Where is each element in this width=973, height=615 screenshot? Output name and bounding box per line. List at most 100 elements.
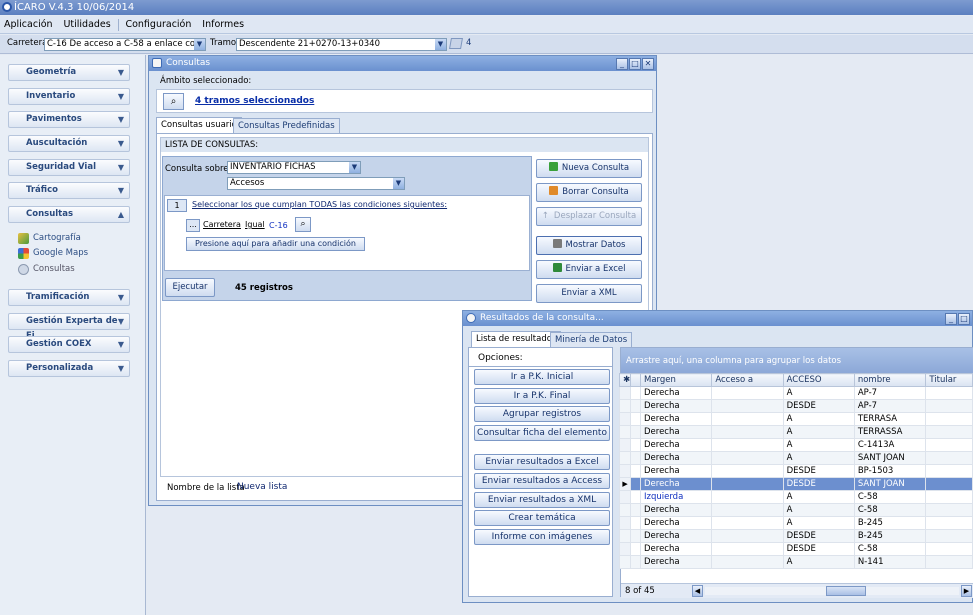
table-cell[interactable]: A — [782, 490, 855, 504]
table-cell[interactable] — [925, 529, 973, 543]
mostrar-datos-button[interactable]: Mostrar Datos — [536, 236, 642, 255]
condition-value[interactable]: C-16 — [269, 221, 288, 230]
scroll-left-icon[interactable]: ◀ — [692, 585, 703, 597]
table-cell[interactable] — [925, 451, 973, 465]
nav-gestion-coex[interactable]: Gestión COEX ▼ — [8, 336, 130, 353]
nav-pavimentos[interactable]: Pavimentos ▼ — [8, 111, 130, 128]
table-cell[interactable]: DESDE — [782, 399, 855, 413]
table-cell[interactable] — [711, 477, 784, 491]
row-indicator[interactable] — [618, 451, 632, 465]
row-indicator[interactable] — [618, 555, 632, 569]
table-cell[interactable]: A — [782, 503, 855, 517]
nav-auscultacion[interactable]: Auscultación ▼ — [8, 135, 130, 152]
row-indicator[interactable] — [618, 529, 632, 543]
nav-item-cartografia[interactable]: Cartografía — [18, 232, 81, 245]
ir-pk-final-button[interactable]: Ir a P.K. Final — [474, 388, 610, 404]
column-header-nombre[interactable]: nombre — [853, 373, 927, 387]
table-row[interactable]: Derecha A AP-7 — [618, 386, 973, 400]
search-icon[interactable]: ⌕ — [163, 93, 184, 110]
table-cell[interactable]: Derecha — [639, 425, 713, 439]
consulta-subtipo-select[interactable]: Accesos ▼ — [227, 177, 405, 190]
table-cell[interactable]: DESDE — [782, 542, 855, 556]
condition-group-text[interactable]: Seleccionar los que cumplan TODAS las co… — [192, 200, 447, 209]
enviar-xml-button[interactable]: Enviar a XML — [536, 284, 642, 303]
table-cell[interactable]: Derecha — [639, 399, 713, 413]
table-cell[interactable]: DESDE — [782, 464, 855, 478]
table-cell[interactable] — [925, 477, 973, 491]
nav-item-consultas[interactable]: Consultas — [18, 263, 75, 276]
nav-tramificacion[interactable]: Tramificación ▼ — [8, 289, 130, 306]
table-cell[interactable]: A — [782, 386, 855, 400]
current-row-indicator-icon[interactable]: ▶ — [618, 477, 632, 491]
enviar-excel-button[interactable]: Enviar a Excel — [536, 260, 642, 279]
row-indicator[interactable] — [618, 425, 632, 439]
table-cell[interactable] — [925, 555, 973, 569]
nueva-consulta-button[interactable]: Nueva Consulta — [536, 159, 642, 178]
minimize-icon[interactable]: _ — [945, 313, 957, 325]
table-row[interactable]: Derecha A B-245 — [618, 516, 973, 530]
table-cell[interactable] — [925, 425, 973, 439]
nav-item-google-maps[interactable]: Google Maps — [18, 247, 88, 260]
table-cell[interactable]: Derecha — [639, 386, 713, 400]
nav-geometria[interactable]: Geometría ▼ — [8, 64, 130, 81]
maximize-icon[interactable]: □ — [958, 313, 970, 325]
enviar-resultados-xml-button[interactable]: Enviar resultados a XML — [474, 492, 610, 508]
search-icon[interactable]: ⌕ — [295, 217, 311, 232]
table-cell[interactable]: Derecha — [639, 516, 713, 530]
table-row[interactable]: Derecha A C-1413A — [618, 438, 973, 452]
nav-inventario[interactable]: Inventario ▼ — [8, 88, 130, 105]
tab-consultas-usuario[interactable]: Consultas usuario — [156, 117, 242, 133]
menu-configuracion[interactable]: Configuración — [121, 16, 195, 34]
table-cell[interactable]: Derecha — [639, 477, 713, 491]
column-header-margen[interactable]: Margen — [639, 373, 713, 387]
maximize-icon[interactable]: □ — [629, 58, 641, 70]
table-cell[interactable]: AP-7 — [853, 399, 927, 413]
ambito-link[interactable]: 4 tramos seleccionados — [195, 96, 314, 106]
table-cell[interactable]: Derecha — [639, 542, 713, 556]
consultar-ficha-button[interactable]: Consultar ficha del elemento — [474, 425, 610, 441]
tag-icon[interactable] — [449, 38, 463, 49]
condition-operator[interactable]: Igual — [245, 220, 265, 229]
table-row[interactable]: Derecha A C-58 — [618, 503, 973, 517]
condition-options-button[interactable]: ... — [186, 219, 200, 232]
minimize-icon[interactable]: _ — [616, 58, 628, 70]
ejecutar-button[interactable]: Ejecutar — [165, 278, 215, 297]
table-cell[interactable] — [711, 412, 784, 426]
agrupar-registros-button[interactable]: Agrupar registros — [474, 406, 610, 422]
table-cell[interactable] — [711, 425, 784, 439]
column-header-acceso-a[interactable]: Acceso a — [711, 373, 784, 387]
carretera-select[interactable]: C-16 De acceso a C-58 a enlace con AP-7 ▼ — [44, 38, 206, 51]
table-cell[interactable] — [925, 490, 973, 504]
table-cell[interactable]: C-58 — [853, 490, 927, 504]
table-cell[interactable]: Derecha — [639, 555, 713, 569]
table-cell[interactable]: DESDE — [782, 529, 855, 543]
desplazar-consulta-button[interactable]: ↑ Desplazar Consulta — [536, 207, 642, 226]
column-header-titular[interactable]: Titular — [925, 373, 973, 387]
table-cell[interactable] — [711, 529, 784, 543]
table-cell[interactable]: Derecha — [639, 529, 713, 543]
table-cell[interactable]: A — [782, 412, 855, 426]
table-cell[interactable] — [925, 516, 973, 530]
table-row[interactable]: Izquierda A C-58 — [618, 490, 973, 504]
row-indicator[interactable] — [618, 516, 632, 530]
menu-aplicacion[interactable]: Aplicación — [0, 16, 57, 34]
table-cell[interactable] — [711, 490, 784, 504]
enviar-resultados-access-button[interactable]: Enviar resultados a Access — [474, 473, 610, 489]
nav-trafico[interactable]: Tráfico ▼ — [8, 182, 130, 199]
condition-group-number[interactable]: 1 — [167, 199, 187, 212]
table-cell[interactable]: AP-7 — [853, 386, 927, 400]
nombre-lista-value[interactable]: Nueva lista — [237, 482, 287, 492]
row-indicator[interactable] — [618, 412, 632, 426]
add-condition-button[interactable]: Presione aquí para añadir una condición — [186, 237, 365, 251]
menu-utilidades[interactable]: Utilidades — [59, 16, 114, 34]
table-cell[interactable]: N-141 — [853, 555, 927, 569]
nav-seguridad-vial[interactable]: Seguridad Vial ▼ — [8, 159, 130, 176]
table-cell[interactable] — [711, 464, 784, 478]
table-cell[interactable]: A — [782, 451, 855, 465]
table-row[interactable]: Derecha A TERRASA — [618, 412, 973, 426]
tab-mineria-datos[interactable]: Minería de Datos — [550, 332, 633, 347]
table-cell[interactable] — [925, 438, 973, 452]
table-cell[interactable]: Derecha — [639, 464, 713, 478]
row-indicator[interactable] — [618, 399, 632, 413]
table-cell[interactable] — [925, 386, 973, 400]
